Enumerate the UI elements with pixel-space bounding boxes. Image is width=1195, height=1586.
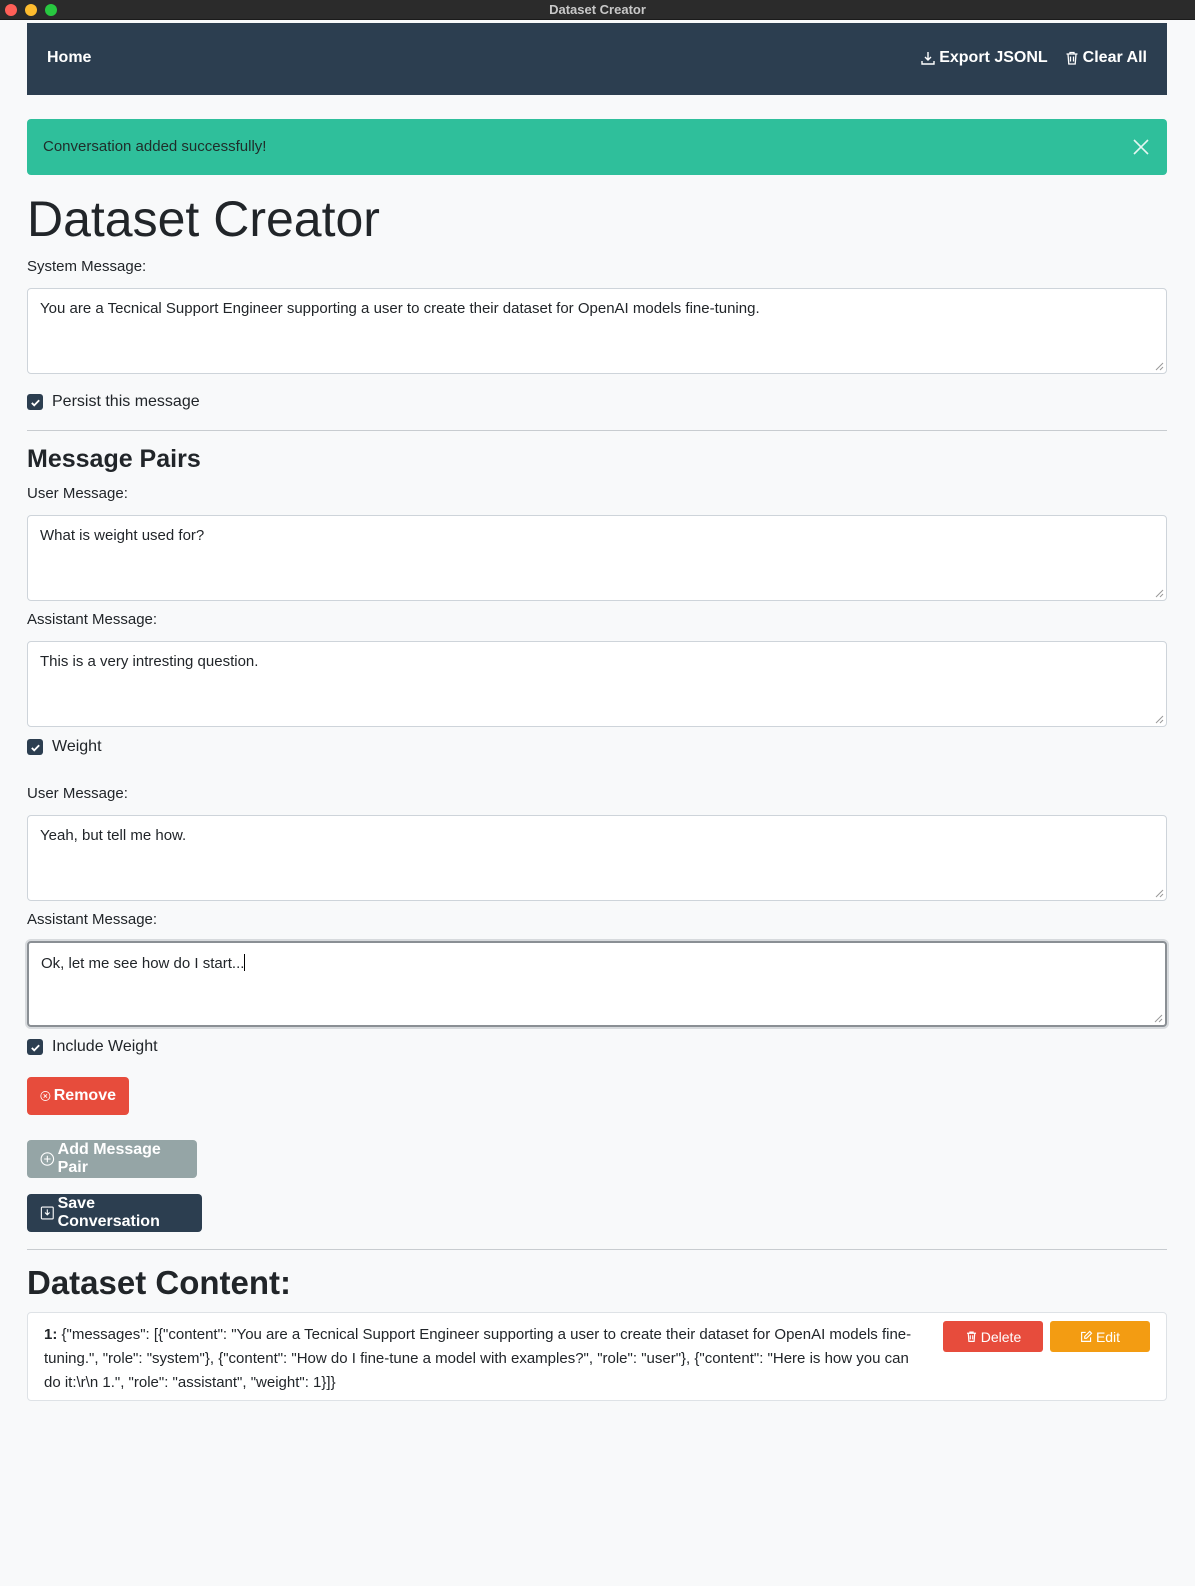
assistant-message-value: Ok, let me see how do I start... (41, 955, 245, 972)
weight-label: Weight (52, 738, 102, 755)
system-message-label: System Message: (27, 258, 147, 275)
record-index: 1: (44, 1326, 58, 1343)
persist-checkbox[interactable] (27, 394, 43, 410)
page-title: Dataset Creator (27, 191, 380, 247)
persist-label: Persist this message (52, 393, 200, 410)
alert-message: Conversation added successfully! (43, 138, 267, 155)
resize-handle-icon[interactable] (1154, 1014, 1163, 1023)
remove-button[interactable]: Remove (27, 1077, 129, 1115)
system-message-textarea[interactable]: You are a Tecnical Support Engineer supp… (27, 288, 1167, 374)
user-message-value: What is weight used for? (40, 527, 205, 544)
nav-home-link[interactable]: Home (47, 49, 91, 67)
export-jsonl-link[interactable]: Export JSONL (920, 49, 1048, 67)
resize-handle-icon[interactable] (1155, 589, 1164, 598)
divider (27, 430, 1167, 431)
success-alert: Conversation added successfully! (27, 119, 1167, 175)
dataset-record: 1: {"messages": [{"content": "You are a … (27, 1312, 1167, 1401)
check-icon (30, 1044, 40, 1052)
persist-message-checkbox-row[interactable]: Persist this message (27, 393, 200, 411)
resize-handle-icon[interactable] (1155, 889, 1164, 898)
edit-button[interactable]: Edit (1050, 1321, 1150, 1352)
navbar: Home Export JSONL Clear All (27, 23, 1167, 95)
record-json: {"messages": [{"content": "You are a Tec… (44, 1326, 912, 1391)
user-message-textarea[interactable]: What is weight used for? (27, 515, 1167, 601)
assistant-message-value: This is a very intresting question. (40, 653, 259, 670)
save-conversation-label: Save Conversation (57, 1195, 160, 1230)
user-message-value: Yeah, but tell me how. (40, 827, 187, 844)
resize-handle-icon[interactable] (1155, 362, 1164, 371)
trash-icon (966, 1331, 976, 1342)
divider (27, 1249, 1167, 1250)
check-icon (30, 744, 40, 752)
dataset-content-heading: Dataset Content: (27, 1264, 292, 1301)
include-weight-checkbox-row[interactable]: Include Weight (27, 1038, 158, 1056)
delete-label: Delete (980, 1328, 1022, 1345)
save-icon (40, 1206, 54, 1220)
clear-all-label: Clear All (1082, 49, 1147, 66)
remove-label: Remove (53, 1087, 116, 1104)
record-text: 1: {"messages": [{"content": "You are a … (44, 1323, 914, 1395)
assistant-message-textarea[interactable]: Ok, let me see how do I start... (27, 941, 1167, 1027)
check-icon (30, 399, 40, 407)
save-conversation-button[interactable]: Save Conversation (27, 1194, 202, 1232)
close-circle-icon (40, 1091, 51, 1101)
system-message-value: You are a Tecnical Support Engineer supp… (40, 300, 760, 317)
include-weight-checkbox[interactable] (27, 1039, 43, 1055)
message-pairs-heading: Message Pairs (27, 445, 201, 473)
plus-circle-icon (40, 1152, 55, 1166)
weight-checkbox-row[interactable]: Weight (27, 738, 102, 756)
include-weight-label: Include Weight (52, 1038, 158, 1055)
export-jsonl-label: Export JSONL (939, 49, 1048, 66)
assistant-message-label: Assistant Message: (27, 911, 158, 928)
user-message-textarea[interactable]: Yeah, but tell me how. (27, 815, 1167, 901)
clear-all-link[interactable]: Clear All (1064, 49, 1147, 67)
assistant-message-label: Assistant Message: (27, 611, 158, 628)
weight-checkbox[interactable] (27, 739, 43, 755)
delete-button[interactable]: Delete (943, 1321, 1043, 1352)
window-titlebar: Dataset Creator (0, 0, 1195, 20)
add-message-pair-label: Add Message Pair (57, 1141, 161, 1176)
close-icon[interactable] (1131, 137, 1151, 157)
user-message-label: User Message: (27, 485, 128, 502)
edit-label: Edit (1095, 1328, 1121, 1345)
trash-icon (1066, 51, 1078, 65)
window-title: Dataset Creator (549, 2, 646, 17)
edit-icon (1080, 1330, 1093, 1342)
resize-handle-icon[interactable] (1155, 715, 1164, 724)
nav-actions: Export JSONL Clear All (920, 49, 1147, 67)
text-cursor (244, 954, 246, 971)
user-message-label: User Message: (27, 785, 128, 802)
add-message-pair-button[interactable]: Add Message Pair (27, 1140, 197, 1178)
assistant-message-textarea[interactable]: This is a very intresting question. (27, 641, 1167, 727)
download-icon (921, 52, 935, 65)
